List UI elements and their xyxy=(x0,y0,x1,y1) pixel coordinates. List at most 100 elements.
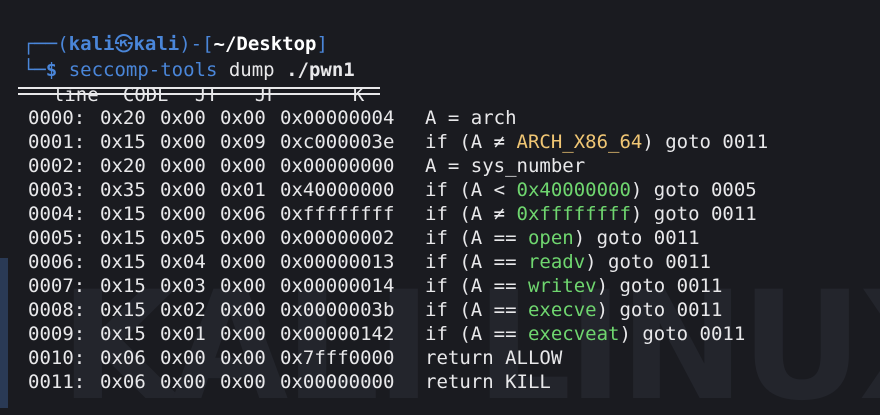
row-jf: 0x06 xyxy=(220,203,266,225)
row-k: 0x00000142 xyxy=(280,323,395,345)
instruction-text: if (A == xyxy=(425,251,528,273)
row-line-number: 0010: xyxy=(28,347,86,369)
row-instruction: if (A == readv) goto 0011 xyxy=(425,250,711,274)
row-instruction: if (A ≠ 0xffffffff) goto 0011 xyxy=(425,202,757,226)
row-k: 0x00000004 xyxy=(280,107,395,129)
row-instruction: if (A == execve) goto 0011 xyxy=(425,298,722,322)
wallpaper-edge xyxy=(0,258,8,408)
row-jf: 0x00 xyxy=(220,155,266,177)
row-jt: 0x00 xyxy=(160,155,206,177)
dump-row: 0010: 0x06 0x00 0x00 0x7fff0000 return ALLOW xyxy=(28,346,768,370)
row-instruction: if (A == writev) goto 0011 xyxy=(425,274,722,298)
instruction-text: return KILL xyxy=(425,371,551,393)
row-line-number: 0006: xyxy=(28,251,86,273)
instruction-tail: ) goto 0011 xyxy=(619,323,746,345)
row-jf: 0x00 xyxy=(220,347,266,369)
row-instruction: if (A < 0x40000000) goto 0005 xyxy=(425,178,757,202)
row-instruction: if (A ≠ ARCH_X86_64) goto 0011 xyxy=(425,130,768,154)
instruction-tail: ) goto 0005 xyxy=(630,179,757,201)
dump-row: 0003: 0x35 0x00 0x01 0x40000000 if (A < 0x400… xyxy=(28,178,768,202)
dump-row: 0000: 0x20 0x00 0x00 0x00000004 A = arch xyxy=(28,106,768,130)
instruction-tail: ) goto 0011 xyxy=(642,131,769,153)
row-jf: 0x00 xyxy=(220,323,266,345)
dump-row: 0001: 0x15 0x00 0x09 0xc000003e if (A ≠ ARCH_… xyxy=(28,130,768,154)
row-line-number: 0008: xyxy=(28,299,86,321)
row-code: 0x15 xyxy=(100,203,146,225)
dump-row: 0002: 0x20 0x00 0x00 0x00000000 A = sys_numbe… xyxy=(28,154,768,178)
row-jf: 0x00 xyxy=(220,107,266,129)
instruction-text: if (A < xyxy=(425,179,517,201)
row-instruction: return ALLOW xyxy=(425,346,562,370)
row-jf: 0x00 xyxy=(220,299,266,321)
instruction-constant: readv xyxy=(527,251,586,273)
instruction-text: if (A ≠ xyxy=(425,131,517,153)
row-code: 0x15 xyxy=(100,251,146,273)
instruction-constant: writev xyxy=(527,275,597,297)
row-jf: 0x00 xyxy=(220,371,266,393)
instruction-text: if (A == xyxy=(425,275,528,297)
row-instruction: if (A == execveat) goto 0011 xyxy=(425,322,745,346)
row-instruction: A = arch xyxy=(425,106,517,130)
instruction-tail: ) goto 0011 xyxy=(630,203,757,225)
row-k: 0x0000003b xyxy=(280,299,395,321)
row-code: 0x15 xyxy=(100,131,146,153)
row-line-number: 0007: xyxy=(28,275,86,297)
row-line-number: 0001: xyxy=(28,131,86,153)
dump-row: 0006: 0x15 0x04 0x00 0x00000013 if (A == read… xyxy=(28,250,768,274)
row-line-number: 0003: xyxy=(28,179,86,201)
row-code: 0x20 xyxy=(100,155,146,177)
header-divider-top xyxy=(18,87,380,89)
row-code: 0x20 xyxy=(100,107,146,129)
instruction-text: A = arch xyxy=(425,107,517,129)
dump-row: 0009: 0x15 0x01 0x00 0x00000142 if (A == exec… xyxy=(28,322,768,346)
instruction-constant: 0xffffffff xyxy=(516,203,631,225)
row-k: 0x00000000 xyxy=(280,371,395,393)
row-jf: 0x00 xyxy=(220,251,266,273)
row-instruction: if (A == open) goto 0011 xyxy=(425,226,700,250)
row-jt: 0x04 xyxy=(160,251,206,273)
dump-row: 0011: 0x06 0x00 0x00 0x00000000 return KILL xyxy=(28,370,768,394)
dump-row: 0008: 0x15 0x02 0x00 0x0000003b if (A == exec… xyxy=(28,298,768,322)
row-jt: 0x00 xyxy=(160,371,206,393)
row-jt: 0x00 xyxy=(160,107,206,129)
row-k: 0x00000002 xyxy=(280,227,395,249)
instruction-text: return ALLOW xyxy=(425,347,563,369)
row-code: 0x15 xyxy=(100,299,146,321)
instruction-tail: ) goto 0011 xyxy=(596,275,723,297)
row-line-number: 0009: xyxy=(28,323,86,345)
row-code: 0x06 xyxy=(100,371,146,393)
row-instruction: A = sys_number xyxy=(425,154,585,178)
instruction-constant: open xyxy=(527,227,574,249)
row-k: 0xffffffff xyxy=(280,203,395,225)
instruction-text: if (A == xyxy=(425,227,528,249)
row-jf: 0x01 xyxy=(220,179,266,201)
instruction-text: if (A == xyxy=(425,299,528,321)
row-jf: 0x00 xyxy=(220,227,266,249)
prompt-command-line[interactable]: └─$ seccomp-tools dump ./pwn1 xyxy=(0,34,355,81)
instruction-tail: ) goto 0011 xyxy=(596,299,723,321)
row-k: 0x00000000 xyxy=(280,155,395,177)
row-code: 0x35 xyxy=(100,179,146,201)
row-code: 0x15 xyxy=(100,323,146,345)
instruction-text: if (A == xyxy=(425,323,528,345)
dump-table: 0000: 0x20 0x00 0x00 0x00000004 A = arch 0001:… xyxy=(28,106,768,394)
row-line-number: 0011: xyxy=(28,371,86,393)
instruction-constant: ARCH_X86_64 xyxy=(516,131,643,153)
row-jt: 0x02 xyxy=(160,299,206,321)
instruction-constant: execveat xyxy=(527,323,620,345)
instruction-tail: ) goto 0011 xyxy=(585,251,711,273)
row-code: 0x06 xyxy=(100,347,146,369)
row-instruction: return KILL xyxy=(425,370,551,394)
instruction-constant: 0x40000000 xyxy=(516,179,631,201)
row-k: 0x40000000 xyxy=(280,179,395,201)
instruction-tail: ) goto 0011 xyxy=(573,227,700,249)
row-k: 0x7fff0000 xyxy=(280,347,395,369)
row-code: 0x15 xyxy=(100,275,146,297)
row-jt: 0x03 xyxy=(160,275,206,297)
instruction-text: if (A ≠ xyxy=(425,203,517,225)
dump-row: 0007: 0x15 0x03 0x00 0x00000014 if (A == writ… xyxy=(28,274,768,298)
row-jt: 0x01 xyxy=(160,323,206,345)
row-k: 0x00000013 xyxy=(280,251,395,273)
row-code: 0x15 xyxy=(100,227,146,249)
row-jt: 0x00 xyxy=(160,179,206,201)
